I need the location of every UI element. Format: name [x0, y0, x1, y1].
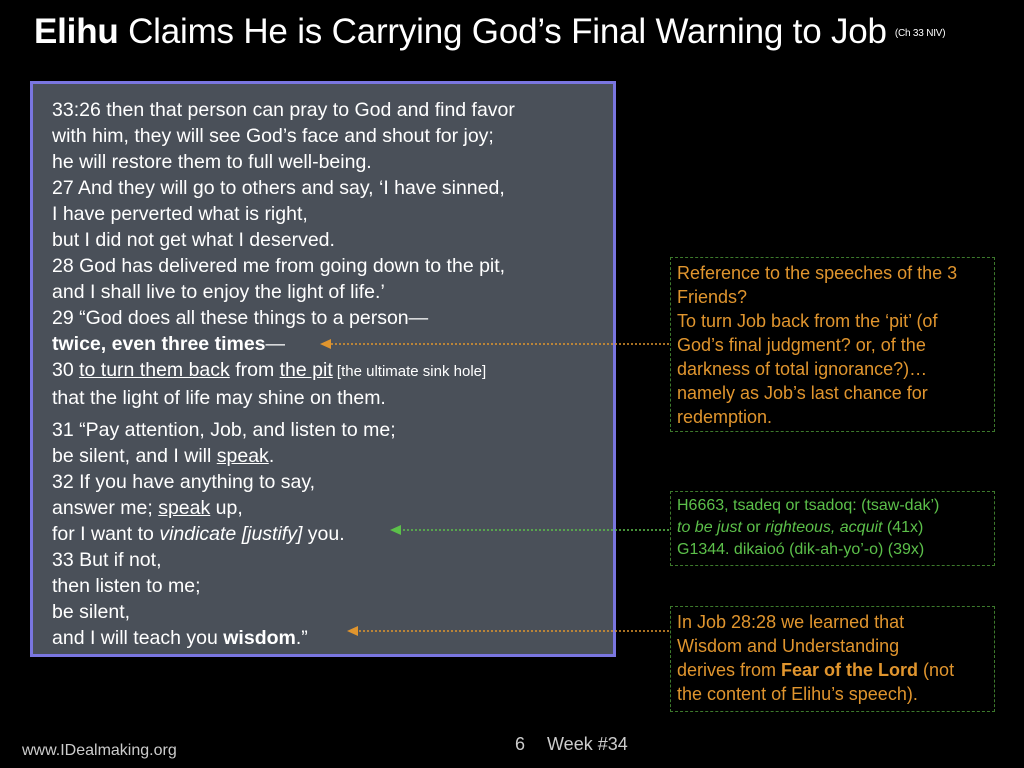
week-label: Week #34 [547, 734, 628, 754]
arrow-twice [320, 339, 669, 349]
arrow-vindicate [390, 525, 669, 535]
arrow-wisdom [347, 626, 669, 636]
footer-page-info: 6 Week #34 [515, 734, 628, 755]
page-number: 6 [515, 734, 526, 754]
footer-website: www.IDealmaking.org [22, 742, 177, 759]
connector-arrows [320, 339, 669, 636]
